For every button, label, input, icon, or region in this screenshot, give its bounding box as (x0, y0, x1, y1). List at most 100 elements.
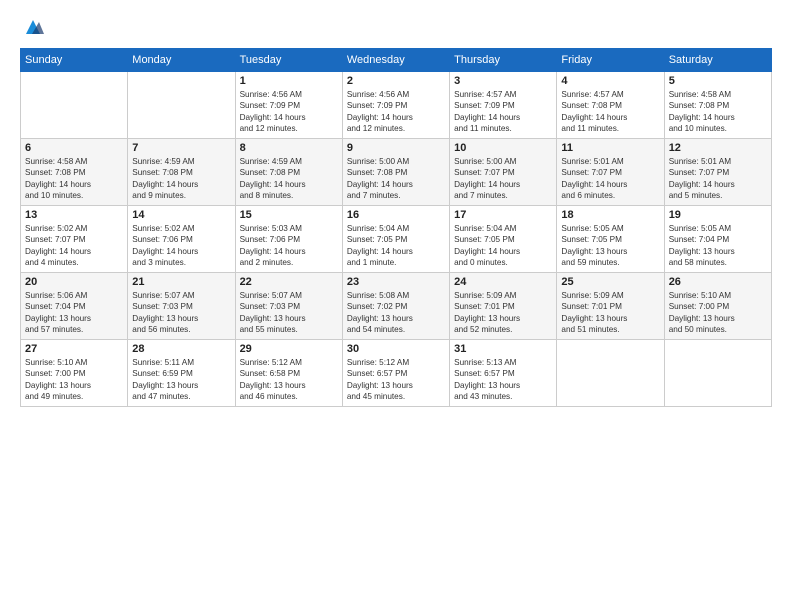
day-info: Sunrise: 5:12 AM Sunset: 6:57 PM Dayligh… (347, 357, 445, 403)
day-info: Sunrise: 5:02 AM Sunset: 7:06 PM Dayligh… (132, 223, 230, 269)
calendar-cell: 2 Sunrise: 4:56 AM Sunset: 7:09 PM Daylig… (342, 72, 449, 139)
day-info: Sunrise: 4:56 AM Sunset: 7:09 PM Dayligh… (240, 89, 338, 135)
day-info: Sunrise: 5:04 AM Sunset: 7:05 PM Dayligh… (347, 223, 445, 269)
calendar-cell (557, 339, 664, 406)
day-number: 13 (25, 209, 123, 221)
calendar-header-tuesday: Tuesday (235, 49, 342, 72)
calendar-header-sunday: Sunday (21, 49, 128, 72)
day-info: Sunrise: 4:57 AM Sunset: 7:08 PM Dayligh… (561, 89, 659, 135)
calendar-cell: 24 Sunrise: 5:09 AM Sunset: 7:01 PM Dayli… (450, 272, 557, 339)
day-info: Sunrise: 5:05 AM Sunset: 7:04 PM Dayligh… (669, 223, 767, 269)
calendar-cell: 17 Sunrise: 5:04 AM Sunset: 7:05 PM Dayli… (450, 205, 557, 272)
calendar-cell: 16 Sunrise: 5:04 AM Sunset: 7:05 PM Dayli… (342, 205, 449, 272)
day-info: Sunrise: 5:08 AM Sunset: 7:02 PM Dayligh… (347, 290, 445, 336)
calendar-header-wednesday: Wednesday (342, 49, 449, 72)
calendar-header-thursday: Thursday (450, 49, 557, 72)
day-info: Sunrise: 5:06 AM Sunset: 7:04 PM Dayligh… (25, 290, 123, 336)
day-number: 27 (25, 343, 123, 355)
calendar-cell: 20 Sunrise: 5:06 AM Sunset: 7:04 PM Dayli… (21, 272, 128, 339)
calendar-cell: 25Sunrise: 5:09 AM Sunset: 7:01 PM Dayli… (557, 272, 664, 339)
day-info: Sunrise: 5:05 AM Sunset: 7:05 PM Dayligh… (561, 223, 659, 269)
day-info: Sunrise: 5:10 AM Sunset: 7:00 PM Dayligh… (25, 357, 123, 403)
calendar-cell: 8Sunrise: 4:59 AM Sunset: 7:08 PM Daylig… (235, 138, 342, 205)
calendar-cell: 1 Sunrise: 4:56 AM Sunset: 7:09 PM Daylig… (235, 72, 342, 139)
calendar-week-2: 6 Sunrise: 4:58 AM Sunset: 7:08 PM Daylig… (21, 138, 772, 205)
day-number: 29 (240, 343, 338, 355)
day-number: 23 (347, 276, 445, 288)
day-number: 7 (132, 142, 230, 154)
day-number: 16 (347, 209, 445, 221)
day-number: 31 (454, 343, 552, 355)
day-number: 24 (454, 276, 552, 288)
day-number: 6 (25, 142, 123, 154)
calendar-cell: 22Sunrise: 5:07 AM Sunset: 7:03 PM Dayli… (235, 272, 342, 339)
day-info: Sunrise: 5:03 AM Sunset: 7:06 PM Dayligh… (240, 223, 338, 269)
calendar-cell: 11Sunrise: 5:01 AM Sunset: 7:07 PM Dayli… (557, 138, 664, 205)
day-info: Sunrise: 5:00 AM Sunset: 7:07 PM Dayligh… (454, 156, 552, 202)
day-number: 11 (561, 142, 659, 154)
logo (20, 16, 44, 38)
day-info: Sunrise: 5:13 AM Sunset: 6:57 PM Dayligh… (454, 357, 552, 403)
calendar-cell: 23 Sunrise: 5:08 AM Sunset: 7:02 PM Dayli… (342, 272, 449, 339)
day-info: Sunrise: 4:59 AM Sunset: 7:08 PM Dayligh… (132, 156, 230, 202)
day-info: Sunrise: 5:04 AM Sunset: 7:05 PM Dayligh… (454, 223, 552, 269)
day-number: 1 (240, 75, 338, 87)
calendar-cell: 19 Sunrise: 5:05 AM Sunset: 7:04 PM Dayli… (664, 205, 771, 272)
calendar-cell: 31 Sunrise: 5:13 AM Sunset: 6:57 PM Dayli… (450, 339, 557, 406)
calendar-cell: 6 Sunrise: 4:58 AM Sunset: 7:08 PM Daylig… (21, 138, 128, 205)
day-info: Sunrise: 4:58 AM Sunset: 7:08 PM Dayligh… (25, 156, 123, 202)
day-number: 2 (347, 75, 445, 87)
calendar-cell: 14 Sunrise: 5:02 AM Sunset: 7:06 PM Dayli… (128, 205, 235, 272)
calendar-cell (128, 72, 235, 139)
calendar-header-monday: Monday (128, 49, 235, 72)
day-number: 14 (132, 209, 230, 221)
calendar-cell: 3 Sunrise: 4:57 AM Sunset: 7:09 PM Daylig… (450, 72, 557, 139)
day-number: 15 (240, 209, 338, 221)
calendar-cell: 15 Sunrise: 5:03 AM Sunset: 7:06 PM Dayli… (235, 205, 342, 272)
day-info: Sunrise: 4:56 AM Sunset: 7:09 PM Dayligh… (347, 89, 445, 135)
day-number: 5 (669, 75, 767, 87)
day-number: 12 (669, 142, 767, 154)
day-number: 3 (454, 75, 552, 87)
day-info: Sunrise: 5:10 AM Sunset: 7:00 PM Dayligh… (669, 290, 767, 336)
calendar-week-4: 20 Sunrise: 5:06 AM Sunset: 7:04 PM Dayli… (21, 272, 772, 339)
calendar-week-1: 1 Sunrise: 4:56 AM Sunset: 7:09 PM Daylig… (21, 72, 772, 139)
calendar-header-row: SundayMondayTuesdayWednesdayThursdayFrid… (21, 49, 772, 72)
calendar-cell: 13 Sunrise: 5:02 AM Sunset: 7:07 PM Dayli… (21, 205, 128, 272)
day-info: Sunrise: 4:57 AM Sunset: 7:09 PM Dayligh… (454, 89, 552, 135)
day-number: 10 (454, 142, 552, 154)
day-info: Sunrise: 5:00 AM Sunset: 7:08 PM Dayligh… (347, 156, 445, 202)
logo-icon (22, 16, 44, 38)
day-number: 19 (669, 209, 767, 221)
day-info: Sunrise: 5:07 AM Sunset: 7:03 PM Dayligh… (240, 290, 338, 336)
day-number: 26 (669, 276, 767, 288)
day-number: 17 (454, 209, 552, 221)
calendar-cell: 30 Sunrise: 5:12 AM Sunset: 6:57 PM Dayli… (342, 339, 449, 406)
calendar-cell: 29 Sunrise: 5:12 AM Sunset: 6:58 PM Dayli… (235, 339, 342, 406)
calendar-cell: 28 Sunrise: 5:11 AM Sunset: 6:59 PM Dayli… (128, 339, 235, 406)
day-info: Sunrise: 5:11 AM Sunset: 6:59 PM Dayligh… (132, 357, 230, 403)
day-number: 20 (25, 276, 123, 288)
calendar-cell: 7 Sunrise: 4:59 AM Sunset: 7:08 PM Daylig… (128, 138, 235, 205)
day-info: Sunrise: 5:07 AM Sunset: 7:03 PM Dayligh… (132, 290, 230, 336)
calendar-cell: 18Sunrise: 5:05 AM Sunset: 7:05 PM Dayli… (557, 205, 664, 272)
day-info: Sunrise: 5:02 AM Sunset: 7:07 PM Dayligh… (25, 223, 123, 269)
day-number: 9 (347, 142, 445, 154)
calendar-week-3: 13 Sunrise: 5:02 AM Sunset: 7:07 PM Dayli… (21, 205, 772, 272)
calendar-cell: 9 Sunrise: 5:00 AM Sunset: 7:08 PM Daylig… (342, 138, 449, 205)
calendar-cell: 12 Sunrise: 5:01 AM Sunset: 7:07 PM Dayli… (664, 138, 771, 205)
day-info: Sunrise: 5:09 AM Sunset: 7:01 PM Dayligh… (454, 290, 552, 336)
calendar-cell: 27 Sunrise: 5:10 AM Sunset: 7:00 PM Dayli… (21, 339, 128, 406)
calendar-cell: 21Sunrise: 5:07 AM Sunset: 7:03 PM Dayli… (128, 272, 235, 339)
day-info: Sunrise: 4:59 AM Sunset: 7:08 PM Dayligh… (240, 156, 338, 202)
page: SundayMondayTuesdayWednesdayThursdayFrid… (0, 0, 792, 612)
calendar-cell (664, 339, 771, 406)
day-info: Sunrise: 5:01 AM Sunset: 7:07 PM Dayligh… (669, 156, 767, 202)
calendar-week-5: 27 Sunrise: 5:10 AM Sunset: 7:00 PM Dayli… (21, 339, 772, 406)
day-number: 30 (347, 343, 445, 355)
day-number: 28 (132, 343, 230, 355)
day-number: 25 (561, 276, 659, 288)
calendar-cell: 4 Sunrise: 4:57 AM Sunset: 7:08 PM Daylig… (557, 72, 664, 139)
day-number: 4 (561, 75, 659, 87)
day-info: Sunrise: 5:12 AM Sunset: 6:58 PM Dayligh… (240, 357, 338, 403)
